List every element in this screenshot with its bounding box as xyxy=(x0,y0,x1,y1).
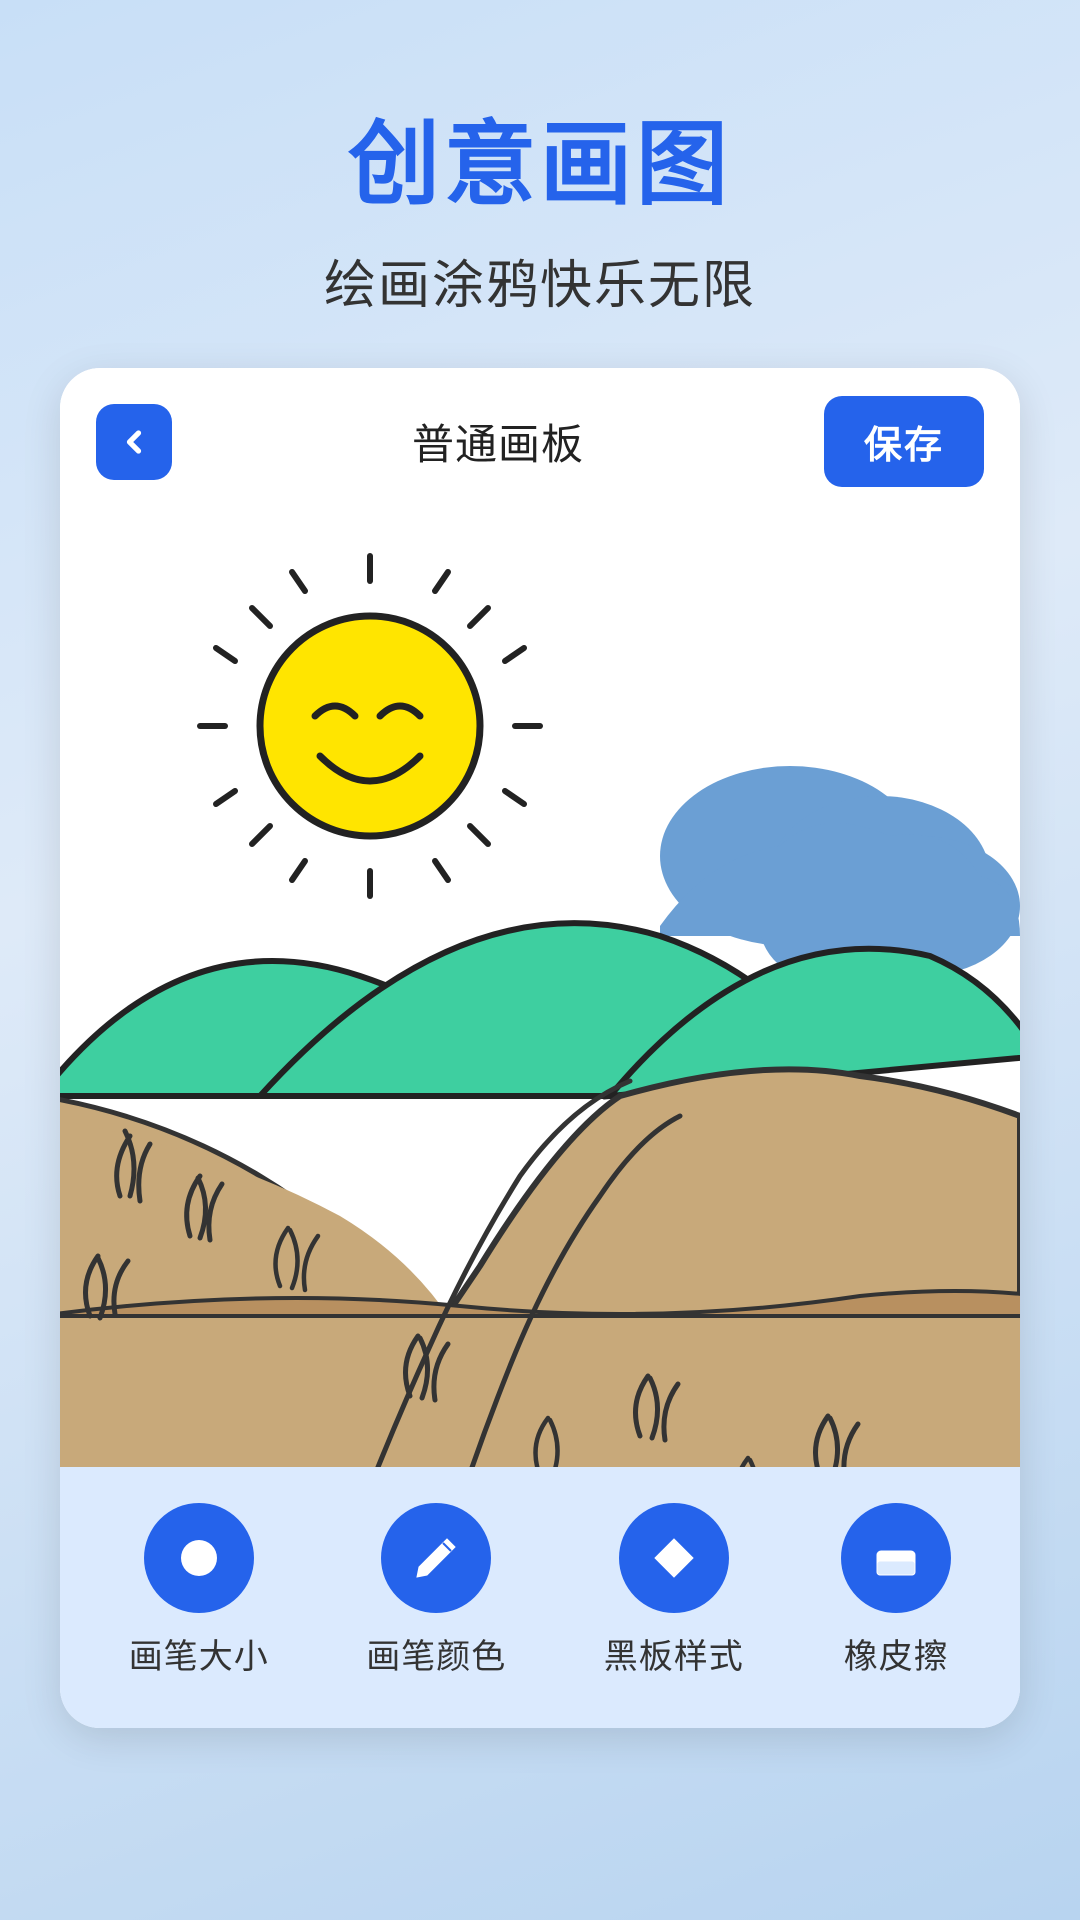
board-style-icon[interactable] xyxy=(619,1503,729,1613)
brush-color-icon[interactable] xyxy=(381,1503,491,1613)
board-style-label: 黑板样式 xyxy=(604,1629,744,1678)
drawing-canvas[interactable] xyxy=(60,515,1020,1467)
app-subtitle: 绘画涂鸦快乐无限 xyxy=(0,243,1080,318)
main-card: 普通画板 保存 xyxy=(60,368,1020,1728)
eraser-icon[interactable] xyxy=(841,1503,951,1613)
card-toolbar: 普通画板 保存 xyxy=(60,368,1020,515)
brush-color-tool[interactable]: 画笔颜色 xyxy=(366,1503,506,1678)
canvas-title: 普通画板 xyxy=(412,411,584,472)
board-style-tool[interactable]: 黑板样式 xyxy=(604,1503,744,1678)
header: 创意画图 绘画涂鸦快乐无限 xyxy=(0,0,1080,368)
eraser-label: 橡皮擦 xyxy=(844,1629,949,1678)
brush-size-icon[interactable] xyxy=(144,1503,254,1613)
back-button[interactable] xyxy=(96,404,172,480)
brush-color-label: 画笔颜色 xyxy=(366,1629,506,1678)
save-button[interactable]: 保存 xyxy=(824,396,984,487)
bottom-toolbar: 画笔大小 画笔颜色 黑板样式 xyxy=(60,1467,1020,1728)
eraser-tool[interactable]: 橡皮擦 xyxy=(841,1503,951,1678)
brush-size-tool[interactable]: 画笔大小 xyxy=(129,1503,269,1678)
brush-size-label: 画笔大小 xyxy=(129,1629,269,1678)
app-title: 创意画图 xyxy=(0,90,1080,223)
